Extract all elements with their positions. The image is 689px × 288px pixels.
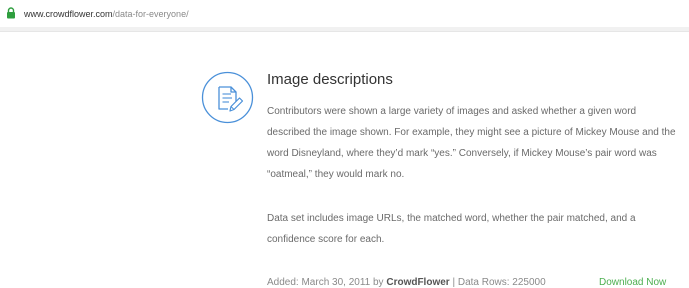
dataset-contents: Data set includes image URLs, the matche… — [267, 213, 636, 245]
dataset-meta: Added: March 30, 2011 by CrowdFlower | D… — [267, 276, 546, 288]
url-text[interactable]: www.crowdflower.com/data-for-everyone/ — [24, 8, 189, 20]
author-name: CrowdFlower — [386, 277, 450, 288]
added-label: Added: March 30, 2011 by — [267, 277, 384, 288]
download-now-link[interactable]: Download Now — [599, 276, 666, 288]
url-path: /data-for-everyone/ — [112, 9, 189, 19]
url-host: www.crowdflower.com — [24, 9, 113, 19]
document-edit-icon — [201, 71, 254, 124]
lock-icon — [7, 7, 15, 19]
page: www.crowdflower.com/data-for-everyone/ I… — [0, 0, 689, 288]
dataset-description: Contributors were shown a large variety … — [267, 106, 676, 180]
address-bar[interactable]: www.crowdflower.com/data-for-everyone/ — [0, 0, 689, 32]
dataset-title: Image descriptions — [267, 71, 393, 88]
data-rows-label: | Data Rows: 225000 — [452, 277, 546, 288]
